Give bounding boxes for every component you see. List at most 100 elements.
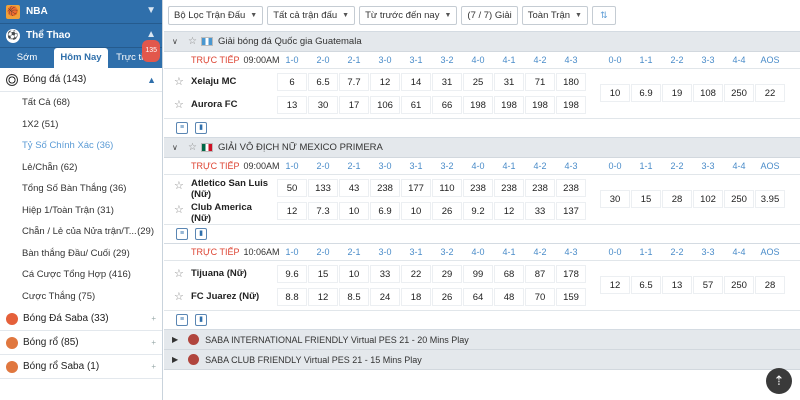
odds-cell[interactable]: 13 — [662, 276, 692, 294]
list-icon[interactable]: ≡ — [176, 228, 188, 240]
odds-cell[interactable]: 10 — [339, 265, 369, 283]
odds-cell[interactable]: 24 — [370, 288, 400, 306]
odds-cell[interactable]: 6.9 — [631, 84, 661, 102]
chevron-down-icon[interactable]: ▼ — [146, 5, 156, 16]
odds-cell[interactable]: 48 — [494, 288, 524, 306]
menu-item[interactable]: Bàn thắng Đầu/ Cuối (29) — [0, 243, 162, 265]
odds-cell[interactable]: 106 — [370, 96, 400, 114]
odds-cell[interactable]: 43 — [339, 179, 369, 197]
odds-cell[interactable]: 198 — [556, 96, 586, 114]
odds-cell[interactable]: 159 — [556, 288, 586, 306]
odds-cell[interactable]: 22 — [401, 265, 431, 283]
odds-cell[interactable]: 9.2 — [463, 202, 493, 220]
odds-cell[interactable]: 12 — [494, 202, 524, 220]
odds-cell[interactable]: 238 — [556, 179, 586, 197]
odds-cell[interactable]: 178 — [556, 265, 586, 283]
scroll-top-button[interactable]: ⇡ — [766, 368, 792, 394]
sort-dropdown[interactable]: Từ trước đến nay ▼ — [359, 6, 458, 25]
odds-cell[interactable]: 102 — [693, 190, 723, 208]
favorite-star-icon[interactable]: ☆ — [174, 75, 184, 88]
menu-item[interactable]: Tỷ Số Chính Xác (36) — [0, 135, 162, 157]
odds-cell[interactable]: 10 — [600, 84, 630, 102]
tab-live[interactable]: Trực tiếp 135 — [108, 40, 162, 68]
odds-cell[interactable]: 28 — [755, 276, 785, 294]
favorite-star-icon[interactable]: ☆ — [174, 203, 184, 216]
odds-cell[interactable]: 7.7 — [339, 73, 369, 91]
odds-cell[interactable]: 30 — [308, 96, 338, 114]
league-header[interactable]: ∨ ☆ GIẢI VÔ ĐỊCH NỮ MEXICO PRIMERA — [164, 138, 800, 158]
odds-cell[interactable]: 29 — [432, 265, 462, 283]
favorite-star-icon[interactable]: ☆ — [174, 267, 184, 280]
sport-football[interactable]: Bóng đá (143) ▲ — [0, 68, 162, 92]
menu-item[interactable]: Chẵn / Lẻ của Nửa trận/T... (29) — [0, 221, 162, 243]
odds-cell[interactable]: 26 — [432, 288, 462, 306]
odds-cell[interactable]: 18 — [401, 288, 431, 306]
league-collapsed-2[interactable]: ▶ SABA CLUB FRIENDLY Virtual PES 21 - 15 … — [164, 350, 800, 370]
stats-chart-icon[interactable]: ▮ — [195, 228, 207, 240]
nba-header[interactable]: 🏀 NBA ▼ — [0, 0, 162, 24]
chevron-up-icon[interactable]: ▲ — [146, 29, 156, 40]
odds-cell[interactable]: 198 — [525, 96, 555, 114]
list-icon[interactable]: ≡ — [176, 314, 188, 326]
sport-item[interactable]: Bóng Đá Saba (33) + — [0, 307, 162, 331]
odds-cell[interactable]: 31 — [432, 73, 462, 91]
period-dropdown[interactable]: Toàn Trận ▼ — [521, 6, 588, 25]
chevron-down-icon[interactable]: ∨ — [172, 143, 184, 152]
odds-cell[interactable]: 31 — [494, 73, 524, 91]
odds-cell[interactable]: 33 — [370, 265, 400, 283]
odds-cell[interactable]: 238 — [494, 179, 524, 197]
odds-cell[interactable]: 177 — [401, 179, 431, 197]
odds-cell[interactable]: 13 — [277, 96, 307, 114]
odds-cell[interactable]: 108 — [693, 84, 723, 102]
stats-chart-icon[interactable]: ▮ — [195, 122, 207, 134]
odds-cell[interactable]: 110 — [432, 179, 462, 197]
odds-cell[interactable]: 8.8 — [277, 288, 307, 306]
league-collapsed-1[interactable]: ▶ SABA INTERNATIONAL FRIENDLY Virtual PES… — [164, 330, 800, 350]
odds-cell[interactable]: 22 — [755, 84, 785, 102]
odds-cell[interactable]: 12 — [308, 288, 338, 306]
odds-cell[interactable]: 250 — [724, 276, 754, 294]
list-icon[interactable]: ≡ — [176, 122, 188, 134]
odds-cell[interactable]: 10 — [339, 202, 369, 220]
odds-cell[interactable]: 180 — [556, 73, 586, 91]
odds-cell[interactable]: 8.5 — [339, 288, 369, 306]
favorite-star-icon[interactable]: ☆ — [174, 98, 184, 111]
menu-item[interactable]: Cược Thắng (75) — [0, 286, 162, 308]
odds-cell[interactable]: 6 — [277, 73, 307, 91]
odds-cell[interactable]: 28 — [662, 190, 692, 208]
tab-today[interactable]: Hôm Nay — [54, 48, 108, 68]
odds-cell[interactable]: 6.5 — [631, 276, 661, 294]
favorite-star-icon[interactable]: ☆ — [174, 179, 184, 192]
star-icon[interactable]: ☆ — [188, 36, 197, 47]
sort-toggle-button[interactable]: ⇅ — [591, 6, 616, 25]
menu-item[interactable]: Lẻ/Chẵn (62) — [0, 157, 162, 179]
odds-cell[interactable]: 17 — [339, 96, 369, 114]
odds-cell[interactable]: 99 — [463, 265, 493, 283]
favorite-star-icon[interactable]: ☆ — [174, 290, 184, 303]
odds-cell[interactable]: 30 — [600, 190, 630, 208]
menu-item[interactable]: Tổng Số Bàn Thắng (36) — [0, 178, 162, 200]
menu-item[interactable]: 1X2 (51) — [0, 114, 162, 136]
odds-cell[interactable]: 238 — [463, 179, 493, 197]
odds-cell[interactable]: 198 — [463, 96, 493, 114]
odds-cell[interactable]: 10 — [401, 202, 431, 220]
stats-chart-icon[interactable]: ▮ — [195, 314, 207, 326]
odds-cell[interactable]: 70 — [525, 288, 555, 306]
odds-cell[interactable]: 9.6 — [277, 265, 307, 283]
all-matches-dropdown[interactable]: Tất cả trận đấu ▼ — [267, 6, 356, 25]
odds-cell[interactable]: 61 — [401, 96, 431, 114]
chevron-up-icon[interactable]: ▲ — [147, 75, 156, 85]
odds-cell[interactable]: 6.5 — [308, 73, 338, 91]
odds-cell[interactable]: 238 — [370, 179, 400, 197]
match-filter-dropdown[interactable]: Bộ Lọc Trận Đấu ▼ — [168, 6, 264, 25]
league-header[interactable]: ∨ ☆ Giải bóng đá Quốc gia Guatemala — [164, 32, 800, 52]
odds-cell[interactable]: 14 — [401, 73, 431, 91]
odds-cell[interactable]: 87 — [525, 265, 555, 283]
odds-cell[interactable]: 25 — [463, 73, 493, 91]
odds-cell[interactable]: 66 — [432, 96, 462, 114]
sport-item[interactable]: Bóng rổ (85) + — [0, 331, 162, 355]
odds-cell[interactable]: 68 — [494, 265, 524, 283]
odds-cell[interactable]: 50 — [277, 179, 307, 197]
odds-cell[interactable]: 12 — [600, 276, 630, 294]
sport-item[interactable]: Bóng rổ Saba (1) + — [0, 355, 162, 379]
